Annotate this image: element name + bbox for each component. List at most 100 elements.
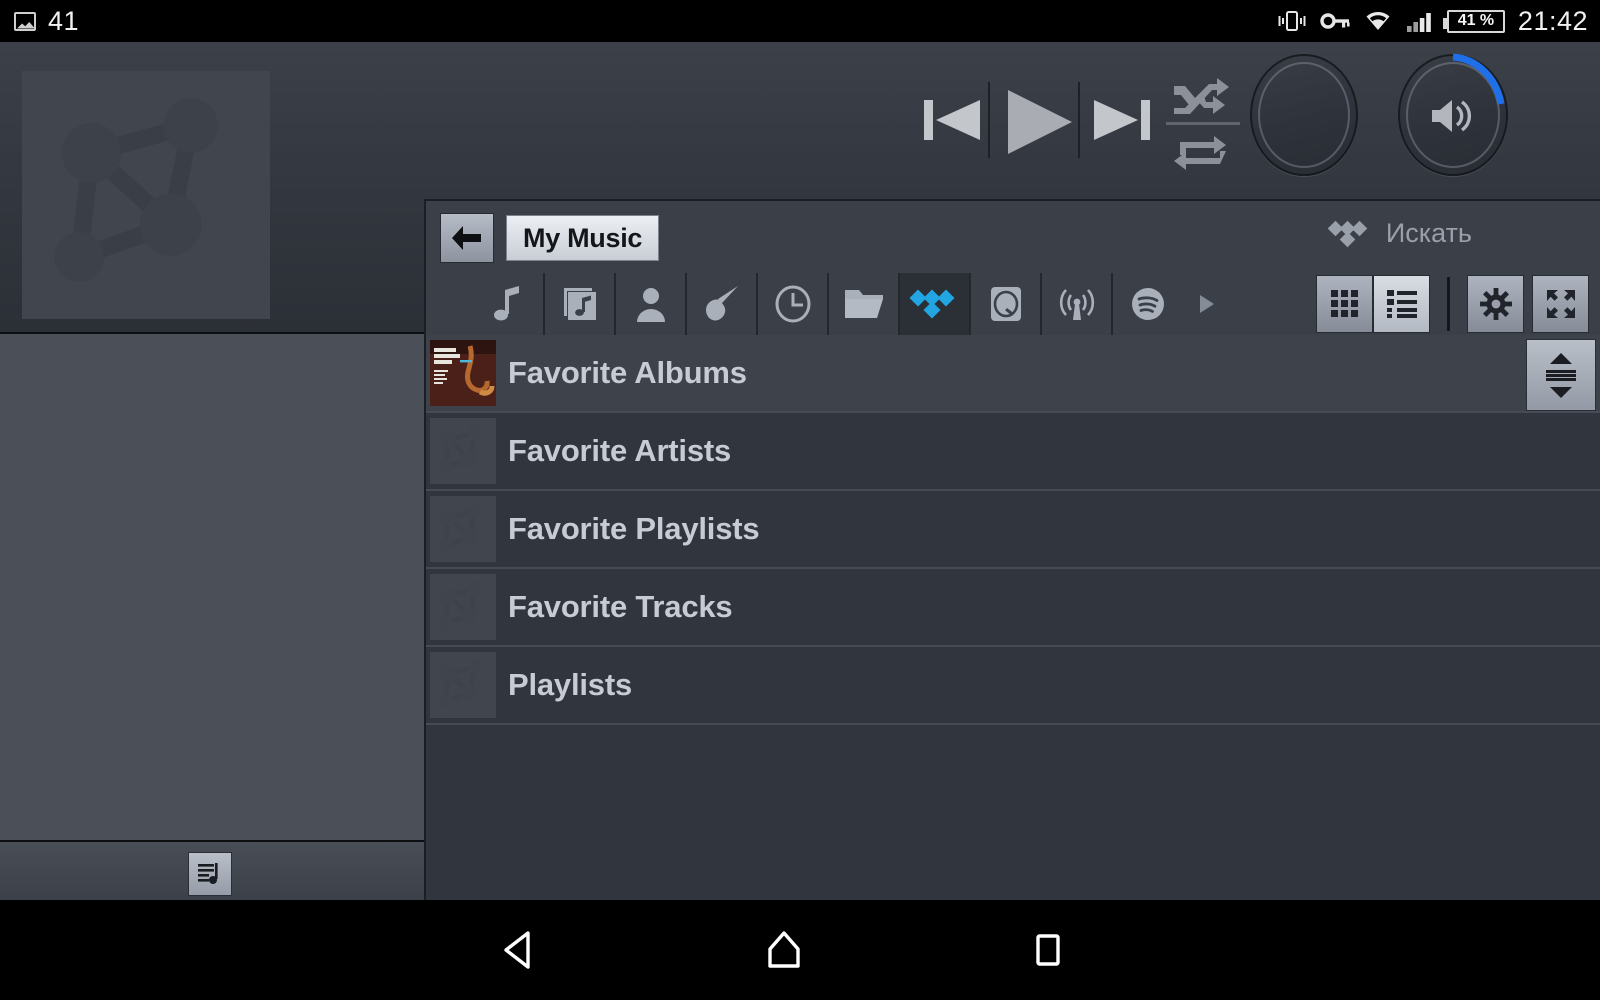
radio-waves-icon	[1059, 289, 1094, 320]
shuffle-button[interactable]	[1170, 77, 1230, 124]
nav-back-button[interactable]	[460, 900, 580, 1000]
search-button[interactable]: Искать	[1326, 217, 1472, 249]
list-icon	[1386, 290, 1417, 318]
node-graph-icon	[438, 581, 483, 631]
list-item-thumbnail	[430, 418, 496, 484]
browser-header: My Music Искать	[426, 201, 1600, 273]
tab-more[interactable]	[1182, 273, 1232, 335]
fullscreen-button[interactable]	[1532, 275, 1589, 333]
tab-tracks[interactable]	[472, 273, 543, 335]
nav-recents-button[interactable]	[988, 900, 1108, 1000]
back-button[interactable]	[440, 213, 494, 263]
list-item[interactable]: Favorite Playlists	[426, 491, 1600, 569]
clock-icon	[775, 285, 810, 323]
tab-tidal[interactable]	[898, 273, 969, 335]
music-note-icon	[493, 286, 519, 321]
gear-icon	[1479, 288, 1512, 320]
spotify-icon	[1131, 288, 1164, 320]
tab-qobuz[interactable]	[969, 273, 1040, 335]
media-browser-panel: My Music Искать Favorite Albums Favorite…	[424, 199, 1600, 900]
list-item[interactable]: Favorite Artists	[426, 413, 1600, 491]
playlist-queue-button[interactable]	[188, 852, 232, 896]
tidal-icon	[909, 289, 954, 319]
playlist-icon	[198, 863, 218, 884]
play-arrow-icon	[1200, 295, 1214, 313]
android-nav-bar	[0, 900, 1600, 1000]
source-tab-bar	[426, 273, 1600, 335]
tab-recent[interactable]	[756, 273, 827, 335]
list-item-label: Favorite Playlists	[508, 511, 760, 546]
list-item-thumbnail	[430, 340, 496, 406]
guitar-icon	[705, 286, 738, 321]
battery-icon: 41 %	[1442, 9, 1505, 33]
repeat-button[interactable]	[1170, 132, 1230, 179]
status-bar-left: 41	[14, 0, 79, 42]
tab-genres[interactable]	[685, 273, 756, 335]
breadcrumb[interactable]: My Music	[506, 215, 660, 261]
grid-icon	[1330, 290, 1358, 317]
person-icon	[636, 288, 665, 322]
tidal-icon	[1327, 220, 1368, 248]
browser-list: Favorite Albums Favorite Artists Favorit…	[426, 335, 1600, 900]
node-graph-icon	[438, 425, 483, 475]
scroll-grip	[1546, 369, 1576, 382]
image-icon	[14, 11, 36, 31]
fullscreen-icon	[1546, 290, 1575, 318]
tab-spotify[interactable]	[1111, 273, 1182, 335]
node-graph-icon	[54, 98, 218, 282]
divider	[1166, 122, 1240, 125]
next-track-icon	[1094, 100, 1150, 140]
list-view-button[interactable]	[1373, 275, 1430, 333]
repeat-icon	[1174, 136, 1226, 170]
grid-view-button[interactable]	[1316, 275, 1373, 333]
wifi-icon	[1366, 12, 1390, 31]
knob-ring	[1258, 62, 1350, 168]
list-item[interactable]: Favorite Albums	[426, 335, 1600, 413]
left-panel-footer	[0, 840, 424, 900]
album-icon	[563, 288, 596, 320]
list-item-thumbnail	[430, 496, 496, 562]
back-icon	[452, 226, 481, 250]
back-triangle-icon	[504, 931, 530, 969]
scroll-up-icon	[1550, 352, 1572, 364]
tab-folders[interactable]	[827, 273, 898, 335]
clock: 21:42	[1517, 5, 1588, 36]
shuffle-icon	[1174, 78, 1229, 114]
play-button[interactable]	[1000, 82, 1080, 167]
divider	[988, 82, 990, 158]
node-graph-icon	[438, 503, 483, 553]
next-track-button[interactable]	[1088, 90, 1158, 155]
disc-icon	[990, 287, 1021, 321]
home-icon	[768, 931, 800, 968]
screen: 41 41 % 21:42 My Music Искать Favorite A…	[0, 0, 1600, 1000]
now-playing-artwork[interactable]	[22, 71, 270, 319]
nav-home-button[interactable]	[724, 900, 844, 1000]
node-graph-icon	[438, 659, 483, 709]
play-icon	[1008, 90, 1072, 154]
list-item-thumbnail	[430, 574, 496, 640]
list-item[interactable]: Favorite Tracks	[426, 569, 1600, 647]
album-cover	[430, 340, 496, 406]
vertical-scrollbar[interactable]	[1526, 339, 1596, 411]
list-item-label: Favorite Albums	[508, 355, 747, 390]
tab-artists[interactable]	[614, 273, 685, 335]
divider	[1447, 277, 1450, 331]
view-toggle-group	[1316, 275, 1430, 333]
list-item[interactable]: Playlists	[426, 647, 1600, 725]
status-bar-right: 41 % 21:42	[1277, 0, 1588, 42]
android-status-bar: 41 41 % 21:42	[0, 0, 1600, 42]
settings-button[interactable]	[1467, 275, 1524, 333]
balance-knob[interactable]	[1250, 54, 1358, 176]
key-icon	[1320, 13, 1350, 29]
vibrate-icon	[1278, 11, 1306, 31]
previous-track-button[interactable]	[920, 90, 990, 155]
tab-albums[interactable]	[543, 273, 614, 335]
volume-knob[interactable]	[1398, 53, 1508, 176]
list-item-thumbnail	[430, 652, 496, 718]
album-cover-art	[430, 340, 496, 406]
notification-count: 41	[48, 5, 80, 36]
list-item-label: Playlists	[508, 667, 633, 702]
tab-radio[interactable]	[1040, 273, 1111, 335]
scroll-down-icon	[1550, 386, 1572, 398]
previous-track-icon	[924, 100, 980, 140]
